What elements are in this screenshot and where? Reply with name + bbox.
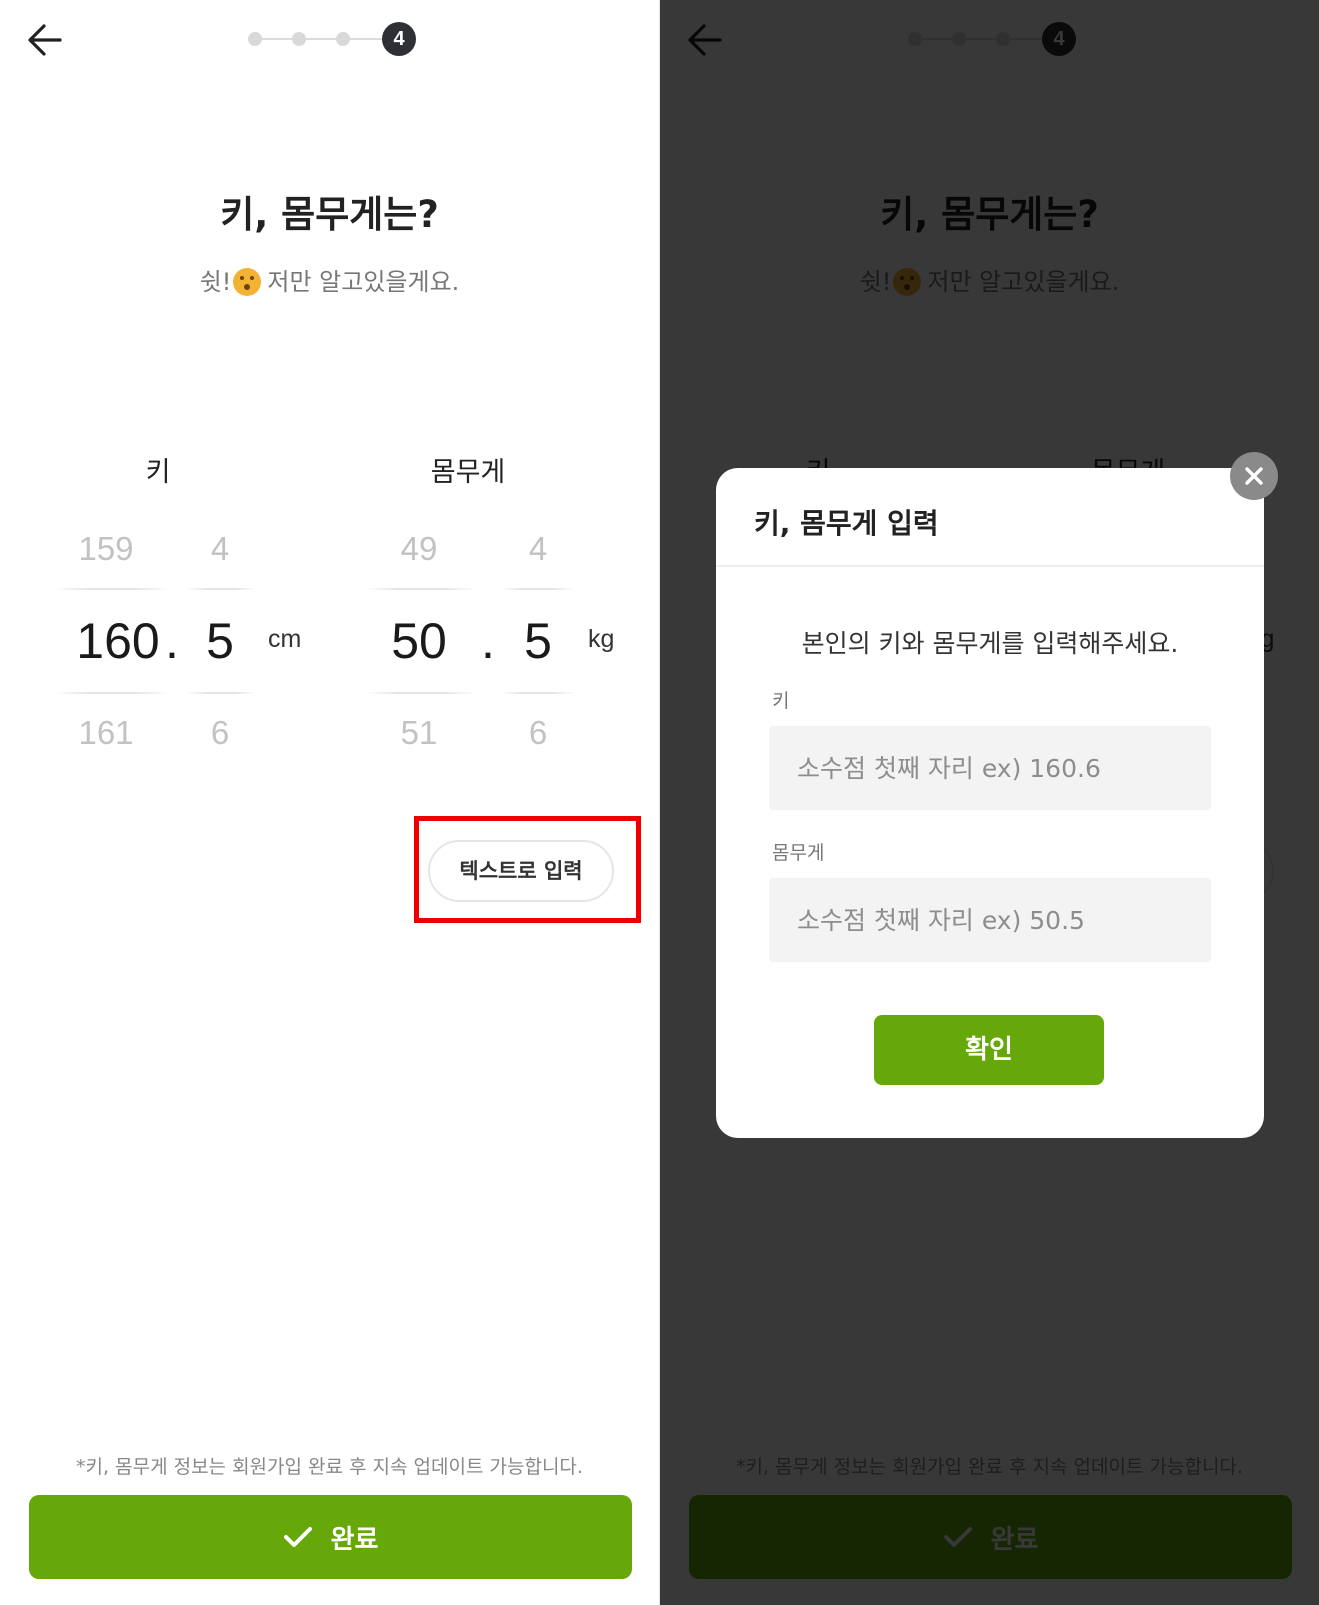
step-dot-3 (336, 32, 350, 46)
update-notice: *키, 몸무게 정보는 회원가입 완료 후 지속 업데이트 가능합니다. (76, 1456, 583, 1478)
weight-dec-above[interactable]: 4 (508, 530, 568, 568)
step-indicator: 4 (244, 22, 416, 56)
subtitle-prefix: 쉿! (199, 268, 232, 296)
weight-input[interactable] (769, 878, 1211, 962)
height-unit: cm (268, 625, 302, 653)
modal-divider (716, 565, 1264, 567)
check-icon (283, 1527, 312, 1547)
modal-close-button[interactable] (1230, 452, 1278, 500)
step-dot-1 (248, 32, 262, 46)
text-input-modal: 키, 몸무게 입력 본인의 키와 몸무게를 입력해주세요. 키 몸무게 확인 (716, 468, 1264, 1138)
weight-unit: kg (588, 625, 615, 653)
weight-int-selected[interactable]: 50 (374, 612, 464, 670)
screen-text-input-modal: 4 키, 몸무게는? 쉿!저만 알고있을게요. 키 159 4 160 . 5 … (660, 0, 1319, 1605)
screen-picker: 4 키, 몸무게는? 쉿! 저만 알고있을게요. 키 159 4 160 . 5 … (0, 0, 659, 1605)
step-dot-2 (292, 32, 306, 46)
height-dec-sep-top (186, 588, 256, 590)
height-dec-sep-bottom (186, 692, 256, 694)
height-field-label: 키 (772, 690, 790, 712)
height-int-sep-bottom (54, 692, 170, 694)
hushed-face-emoji-icon (233, 268, 262, 296)
page-subtitle: 쉿! 저만 알고있을게요. (0, 262, 659, 297)
height-int-above[interactable]: 159 (54, 530, 158, 568)
weight-dec-sep-bottom (500, 692, 576, 694)
weight-label: 몸무게 (430, 457, 506, 488)
height-label: 키 (145, 457, 171, 488)
step-current: 4 (382, 22, 416, 56)
height-decimal-point: . (165, 613, 179, 669)
page-title: 키, 몸무게는? (220, 193, 439, 236)
weight-dec-below[interactable]: 6 (508, 714, 568, 752)
weight-decimal-point: . (481, 613, 495, 669)
height-input[interactable] (769, 726, 1211, 810)
modal-title: 키, 몸무게 입력 (754, 507, 939, 540)
complete-button[interactable]: 완료 (29, 1495, 632, 1579)
weight-dec-selected[interactable]: 5 (508, 612, 568, 670)
subtitle-suffix: 저만 알고있을게요. (267, 268, 460, 296)
complete-button-label: 완료 (330, 1524, 379, 1555)
height-dec-selected[interactable]: 5 (190, 612, 250, 670)
height-dec-below[interactable]: 6 (190, 714, 250, 752)
height-int-sep-top (54, 588, 170, 590)
weight-int-above[interactable]: 49 (374, 530, 464, 568)
step-line (256, 38, 396, 40)
height-dec-above[interactable]: 4 (190, 530, 250, 568)
height-int-below[interactable]: 161 (54, 714, 158, 752)
weight-dec-sep-top (500, 588, 576, 590)
back-button[interactable] (24, 20, 68, 60)
arrow-left-icon (28, 24, 62, 56)
weight-int-sep-bottom (366, 692, 476, 694)
close-icon (1245, 467, 1263, 485)
highlight-box (414, 816, 641, 923)
weight-field-label: 몸무게 (772, 842, 825, 864)
weight-int-below[interactable]: 51 (374, 714, 464, 752)
modal-instruction: 본인의 키와 몸무게를 입력해주세요. (801, 629, 1179, 658)
confirm-button[interactable]: 확인 (874, 1015, 1104, 1085)
weight-int-sep-top (366, 588, 476, 590)
